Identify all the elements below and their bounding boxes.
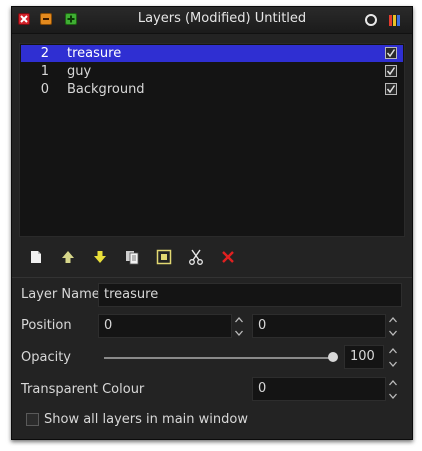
layer-row[interactable]: 0 Background [21,81,403,98]
layer-name: guy [67,64,92,79]
divider [12,277,412,278]
layer-row[interactable]: 2 treasure [21,45,403,62]
position-label: Position [21,318,72,333]
title-bar[interactable]: Layers (Modified) Untitled [12,7,412,34]
layer-list[interactable]: 2 treasure 1 guy 0 Background [19,43,405,237]
spin-up-icon[interactable] [388,314,398,324]
duplicate-icon[interactable] [123,248,141,266]
maximize-icon[interactable] [65,13,77,25]
layer-number: 1 [40,64,49,79]
layer-number: 2 [40,46,49,61]
layer-visible-checkbox[interactable] [385,83,397,95]
new-layer-icon[interactable] [27,248,45,266]
layer-visible-checkbox[interactable] [385,47,397,59]
spin-up-icon[interactable] [388,345,398,355]
move-down-icon[interactable] [91,248,109,266]
opacity-input[interactable]: 100 [344,345,384,369]
window-title: Layers (Modified) Untitled [137,11,307,26]
palette-icon[interactable] [388,13,402,27]
opacity-slider-thumb[interactable] [328,352,338,362]
move-up-icon[interactable] [59,248,77,266]
close-icon[interactable] [18,13,30,25]
transparent-colour-label: Transparent Colour [21,382,145,397]
position-x-input[interactable]: 0 [98,314,232,338]
spin-down-icon[interactable] [388,358,398,368]
circle-icon[interactable] [365,14,377,26]
cut-icon[interactable] [187,248,205,266]
spin-down-icon[interactable] [388,327,398,337]
layer-name: Background [67,82,145,97]
spin-up-icon[interactable] [234,314,244,324]
spin-up-icon[interactable] [388,377,398,387]
properties-icon[interactable] [155,248,173,266]
layer-row[interactable]: 1 guy [21,63,403,80]
minimize-icon[interactable] [40,13,52,25]
spin-down-icon[interactable] [388,390,398,400]
layer-name-label: Layer Name [21,287,100,302]
spin-down-icon[interactable] [234,327,244,337]
layer-number: 0 [40,82,49,97]
show-all-layers-checkbox[interactable] [26,413,39,426]
opacity-label: Opacity [21,350,72,365]
delete-icon[interactable] [219,248,237,266]
layers-window: Layers (Modified) Untitled 2 treasure 1 … [11,6,413,440]
transparent-colour-input[interactable]: 0 [252,377,386,401]
show-all-layers-label: Show all layers in main window [44,412,248,427]
position-y-input[interactable]: 0 [252,314,386,338]
opacity-slider[interactable] [104,357,333,359]
layer-name-input[interactable]: treasure [98,283,402,307]
layer-name: treasure [67,46,122,61]
layer-visible-checkbox[interactable] [385,65,397,77]
layer-toolbar [12,245,412,273]
